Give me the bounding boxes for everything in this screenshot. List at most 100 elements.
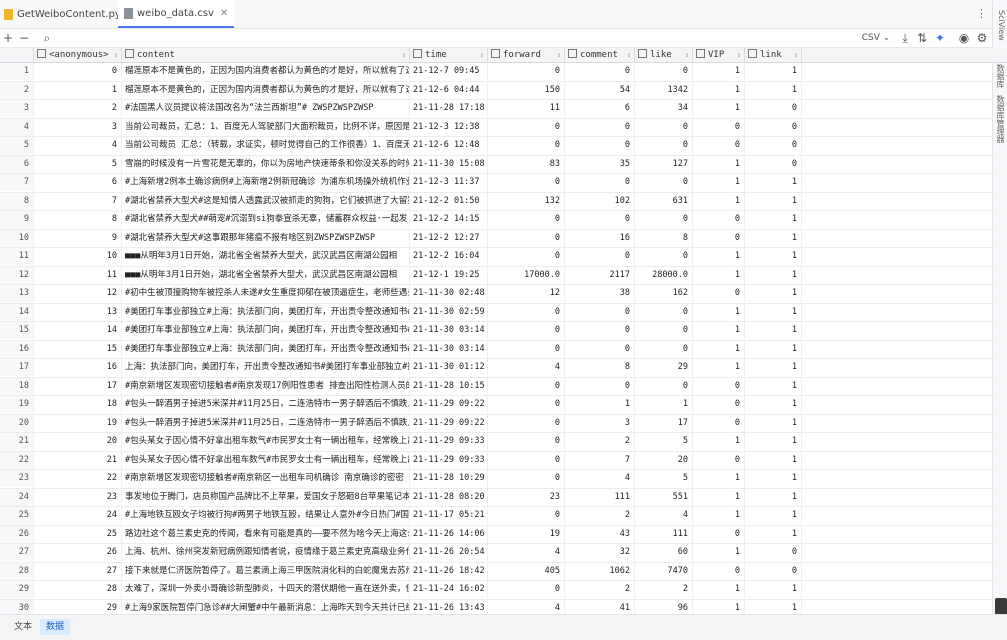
link-cell[interactable]: 1 xyxy=(745,507,802,524)
content-cell[interactable]: 上海、杭州、徐州突发新冠病例跟知情者说，疫情缘于葛兰素史克高级业务代 xyxy=(122,544,410,561)
link-cell[interactable]: 0 xyxy=(745,544,802,561)
row-number-cell[interactable]: 2 xyxy=(0,81,34,99)
anonymous-cell[interactable]: 28 xyxy=(34,581,122,598)
time-cell[interactable]: 21-11-26 18:42 xyxy=(410,562,488,580)
comment-cell[interactable]: 0 xyxy=(565,248,635,265)
row-number-cell[interactable]: 7 xyxy=(0,174,34,191)
like-cell[interactable]: 162 xyxy=(635,285,693,302)
vip-cell[interactable]: 1 xyxy=(693,266,745,284)
like-cell[interactable]: 29 xyxy=(635,359,693,376)
table-row[interactable]: 18 17 #南京新增区发现密切接触者#南京发现17例阳性患者 排查出阳性检测人员的… xyxy=(0,377,993,396)
table-row[interactable]: 1 0 榴莲原本不是黄色的，正因为国内消费者都认为黄色的才是好，所以就有了这 21-1… xyxy=(0,63,993,82)
gear-icon[interactable]: ⚙ xyxy=(976,29,988,47)
comment-cell[interactable]: 2117 xyxy=(565,266,635,284)
link-cell[interactable]: 1 xyxy=(745,396,802,413)
time-cell[interactable]: 21-12-2 01:50 xyxy=(410,192,488,210)
content-cell[interactable]: #初中生被顶撞购物车被控杀人未遂#女生重度抑郁在被顶逼症生，老师些遇亲 xyxy=(122,285,410,302)
forward-cell[interactable]: 150 xyxy=(488,81,565,99)
content-cell[interactable]: #美团打车事业部独立#上海：执法部门向，美团打车，开出责令整改通知书# xyxy=(122,303,410,321)
table-row[interactable]: 25 24 #上海地铁互殴女子均被行拘#两男子地铁互殴，结果让人意外#今日热门#国国… xyxy=(0,507,993,526)
row-number-cell[interactable]: 19 xyxy=(0,396,34,413)
anonymous-cell[interactable]: 1 xyxy=(34,81,122,99)
row-number-cell[interactable]: 18 xyxy=(0,377,34,395)
link-cell[interactable]: 1 xyxy=(745,433,802,450)
like-cell[interactable]: 0 xyxy=(635,303,693,321)
table-row[interactable]: 21 20 #包头某女子因心情不好拿出租车数气#市民罗女士有一辆出租车，经常晚上出 2… xyxy=(0,433,993,452)
content-cell[interactable]: 路边社这个葛兰素史克的传闻，看来有可能是真的——要不然为啥今天上海这么 xyxy=(122,525,410,543)
content-cell[interactable]: 雪崩的时候没有一片雪花是无辜的，你以为房地产快速蒂条和你没关系的时候 xyxy=(122,155,410,173)
vip-cell[interactable]: 1 xyxy=(693,192,745,210)
table-row[interactable]: 17 16 上海：执法部门向，美团打车，开出责令整改通知书#美团打车事业部独立#播 2… xyxy=(0,359,993,378)
sciview-tool-label[interactable]: SciView xyxy=(997,10,1006,41)
forward-cell[interactable]: 0 xyxy=(488,470,565,487)
search-icon[interactable]: ⌕ xyxy=(40,29,54,47)
forward-cell[interactable]: 0 xyxy=(488,137,565,154)
table-row[interactable]: 8 7 #湖北省禁养大型犬#这是知情人透露武汉被抓走的狗狗，它们被抓进了大留狗 21-… xyxy=(0,192,993,211)
anonymous-cell[interactable]: 17 xyxy=(34,377,122,395)
table-row[interactable]: 16 15 #美团打车事业部独立#上海：执法部门向，美团打车，开出责令整改通知书# 2… xyxy=(0,340,993,359)
time-cell[interactable]: 21-11-28 08:20 xyxy=(410,488,488,506)
vip-cell[interactable]: 1 xyxy=(693,599,745,614)
content-cell[interactable]: 太难了，深圳一外卖小哥确诊新型肺炎，十四天的潜伏期他一直在送外卖，但 xyxy=(122,581,410,598)
like-cell[interactable]: 17 xyxy=(635,414,693,432)
settings-sparkle-icon[interactable]: ✦ xyxy=(934,29,946,47)
anonymous-cell[interactable]: 6 xyxy=(34,174,122,191)
forward-cell[interactable]: 0 xyxy=(488,174,565,191)
like-cell[interactable]: 551 xyxy=(635,488,693,506)
tab-text-view[interactable]: 文本 xyxy=(8,619,38,635)
link-cell[interactable]: 1 xyxy=(745,248,802,265)
row-number-cell[interactable]: 8 xyxy=(0,192,34,210)
row-number-cell[interactable]: 3 xyxy=(0,100,34,117)
vip-cell[interactable]: 1 xyxy=(693,248,745,265)
anonymous-cell[interactable]: 19 xyxy=(34,414,122,432)
time-cell[interactable]: 21-12-2 12:27 xyxy=(410,229,488,247)
table-row[interactable]: 2 1 榴莲原本不是黄色的，正因为国内消费者都认为黄色的才是好，所以就有了这 21-1… xyxy=(0,81,993,100)
anonymous-cell[interactable]: 3 xyxy=(34,118,122,136)
anonymous-cell[interactable]: 7 xyxy=(34,192,122,210)
comment-cell[interactable]: 43 xyxy=(565,525,635,543)
row-number-cell[interactable]: 25 xyxy=(0,507,34,524)
vip-cell[interactable]: 0 xyxy=(693,285,745,302)
link-cell[interactable]: 1 xyxy=(745,599,802,614)
column-header-like[interactable]: like ⇕ xyxy=(635,48,693,62)
vip-cell[interactable]: 1 xyxy=(693,544,745,561)
link-cell[interactable]: 1 xyxy=(745,377,802,395)
comment-cell[interactable]: 54 xyxy=(565,81,635,99)
vip-cell[interactable]: 1 xyxy=(693,81,745,99)
like-cell[interactable]: 7470 xyxy=(635,562,693,580)
sort-icon[interactable]: ⇕ xyxy=(114,48,118,62)
row-number-cell[interactable]: 21 xyxy=(0,433,34,450)
sort-icon[interactable]: ⇕ xyxy=(627,48,631,62)
table-row[interactable]: 3 2 #法国黑人议员提议将法国改名为“法兰西斯坦”# ZWSPZWSPZWSP 21… xyxy=(0,100,993,119)
forward-cell[interactable]: 0 xyxy=(488,118,565,136)
comment-cell[interactable]: 6 xyxy=(565,100,635,117)
comment-cell[interactable]: 4 xyxy=(565,470,635,487)
link-cell[interactable]: 1 xyxy=(745,451,802,469)
link-cell[interactable]: 1 xyxy=(745,81,802,99)
comment-cell[interactable]: 0 xyxy=(565,211,635,228)
table-row[interactable]: 24 23 事发地位于腾门，店员称国产品牌比不上苹果，爱国女子怒砸8台苹果笔记本 21… xyxy=(0,488,993,507)
forward-cell[interactable]: 132 xyxy=(488,192,565,210)
row-number-cell[interactable]: 6 xyxy=(0,155,34,173)
anonymous-cell[interactable]: 12 xyxy=(34,285,122,302)
content-cell[interactable]: #包头一醉酒男子掉进5米深井#11月25日，二连浩特市一男子醉酒后不慎跌入 xyxy=(122,414,410,432)
link-cell[interactable]: 1 xyxy=(745,303,802,321)
row-number-cell[interactable]: 20 xyxy=(0,414,34,432)
close-icon[interactable]: ✕ xyxy=(220,8,228,19)
row-number-cell[interactable]: 13 xyxy=(0,285,34,302)
forward-cell[interactable]: 0 xyxy=(488,377,565,395)
like-cell[interactable]: 0 xyxy=(635,211,693,228)
comment-cell[interactable]: 102 xyxy=(565,192,635,210)
sort-icon[interactable]: ⇕ xyxy=(402,48,406,62)
table-row[interactable]: 4 3 当前公司裁员，汇总：1、百度无人驾驶部门大面积裁员，比例不详，原因是 21-1… xyxy=(0,118,993,137)
vip-cell[interactable]: 1 xyxy=(693,100,745,117)
forward-cell[interactable]: 0 xyxy=(488,433,565,450)
vip-cell[interactable]: 0 xyxy=(693,137,745,154)
vip-cell[interactable]: 0 xyxy=(693,211,745,228)
anonymous-cell[interactable]: 24 xyxy=(34,507,122,524)
like-cell[interactable]: 8 xyxy=(635,229,693,247)
forward-cell[interactable]: 0 xyxy=(488,396,565,413)
vip-cell[interactable]: 0 xyxy=(693,377,745,395)
anonymous-cell[interactable]: 11 xyxy=(34,266,122,284)
like-cell[interactable]: 127 xyxy=(635,155,693,173)
